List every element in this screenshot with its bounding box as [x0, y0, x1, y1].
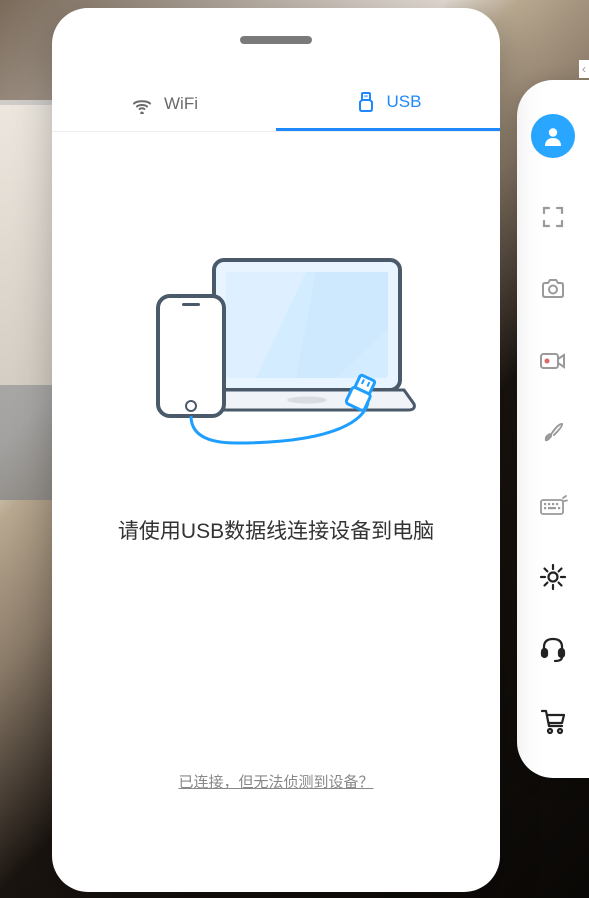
- cart-button[interactable]: [530, 698, 576, 744]
- headset-icon: [538, 634, 568, 664]
- tab-wifi[interactable]: WiFi: [52, 76, 276, 131]
- fullscreen-button[interactable]: [530, 194, 576, 240]
- troubleshoot-link[interactable]: 已连接，但无法侦测到设备？: [178, 771, 373, 792]
- connect-instruction: 请使用USB数据线连接设备到电脑: [82, 516, 470, 548]
- side-toolbar: [517, 80, 589, 778]
- draw-button[interactable]: [530, 410, 576, 456]
- user-icon: [541, 124, 565, 148]
- camera-icon: [539, 276, 567, 302]
- toolbar-collapse-indicator[interactable]: ‹: [579, 60, 589, 78]
- expand-icon: [540, 204, 566, 230]
- keyboard-icon: [538, 493, 568, 517]
- screenshot-button[interactable]: [530, 266, 576, 312]
- keyboard-button[interactable]: [530, 482, 576, 528]
- tab-wifi-label: WiFi: [164, 94, 198, 114]
- brush-icon: [539, 419, 567, 447]
- tab-usb[interactable]: USB: [276, 76, 500, 131]
- photo-hair-region: [0, 105, 55, 385]
- user-account-button[interactable]: [531, 114, 575, 158]
- phone-notch: [240, 36, 312, 44]
- record-button[interactable]: [530, 338, 576, 384]
- connection-tabs: WiFi USB: [52, 76, 500, 132]
- wifi-icon: [130, 94, 154, 114]
- phone-frame: WiFi USB: [52, 8, 500, 892]
- cart-icon: [538, 706, 568, 736]
- usb-connect-illustration: [136, 248, 416, 458]
- record-icon: [538, 349, 568, 373]
- tab-usb-label: USB: [387, 92, 422, 112]
- gear-icon: [538, 562, 568, 592]
- usb-icon: [355, 91, 377, 113]
- settings-button[interactable]: [530, 554, 576, 600]
- support-button[interactable]: [530, 626, 576, 672]
